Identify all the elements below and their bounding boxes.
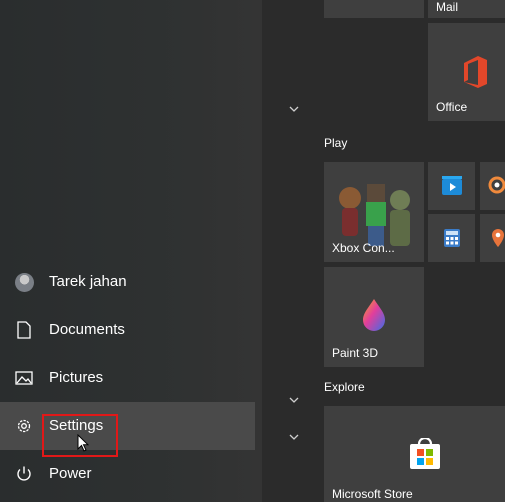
tile-paint-3d[interactable]: Paint 3D — [324, 267, 424, 367]
power-item[interactable]: Power — [0, 450, 255, 498]
tile-mail[interactable]: Mail — [428, 0, 505, 18]
power-icon — [14, 464, 34, 484]
store-bag-icon — [408, 436, 442, 475]
calculator-icon — [443, 228, 461, 253]
user-name: Tarek jahan — [49, 273, 127, 290]
tile-microsoft-store[interactable]: Microsoft Store — [324, 406, 505, 502]
mail-label: Mail — [436, 0, 459, 14]
paint-3d-label: Paint 3D — [332, 346, 379, 360]
start-menu-left-rail: Tarek jahan Documents Pictures Settings … — [0, 0, 262, 502]
tile-maps[interactable] — [480, 214, 505, 262]
power-label: Power — [49, 465, 92, 482]
user-account-item[interactable]: Tarek jahan — [0, 258, 255, 306]
documents-label: Documents — [49, 321, 125, 338]
movies-tv-icon — [440, 175, 464, 202]
tile-calculator[interactable] — [428, 214, 475, 262]
office-icon — [461, 55, 489, 94]
xbox-label: Xbox Con... — [332, 241, 395, 255]
map-pin-icon — [490, 228, 505, 253]
group-label-play: Play — [324, 136, 348, 150]
pictures-item[interactable]: Pictures — [0, 354, 255, 402]
groove-icon — [488, 176, 505, 199]
gear-icon — [14, 416, 34, 436]
tile-top-left[interactable] — [324, 0, 424, 18]
chevron-down-icon[interactable] — [289, 431, 299, 443]
office-label: Office — [436, 100, 468, 114]
tile-office[interactable]: Office — [428, 23, 505, 121]
tile-groove-music[interactable] — [480, 162, 505, 210]
pictures-label: Pictures — [49, 369, 104, 386]
mouse-cursor-icon — [77, 433, 90, 457]
settings-item[interactable]: Settings — [0, 402, 255, 450]
documents-item[interactable]: Documents — [0, 306, 255, 354]
user-avatar — [14, 272, 34, 292]
document-icon — [14, 320, 34, 340]
tile-movies-tv[interactable] — [428, 162, 475, 210]
chevron-down-icon[interactable] — [289, 394, 299, 406]
picture-icon — [14, 368, 34, 388]
paint-3d-icon — [360, 297, 388, 338]
tile-xbox-console-companion[interactable]: Xbox Con... — [324, 162, 424, 262]
group-label-explore: Explore — [324, 380, 365, 394]
chevron-down-icon[interactable] — [289, 103, 299, 115]
store-label: Microsoft Store — [332, 487, 413, 501]
